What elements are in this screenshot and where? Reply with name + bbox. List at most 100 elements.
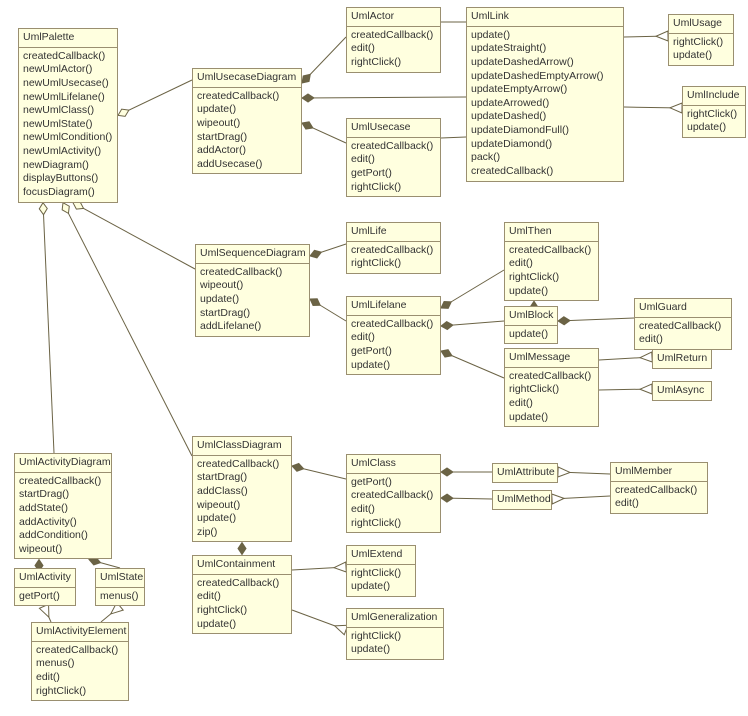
method: updateDiamondFull() <box>471 124 619 138</box>
method: update() <box>509 285 594 299</box>
method: update() <box>509 328 553 342</box>
method: newUmlCondition() <box>23 131 113 145</box>
class-UmlClass[interactable]: UmlClassgetPort()createdCallback()edit()… <box>346 454 441 533</box>
class-UmlMember[interactable]: UmlMembercreatedCallback()edit() <box>610 462 708 514</box>
method: getPort() <box>19 590 71 604</box>
class-methods: menus() <box>96 588 144 606</box>
method: addActivity() <box>19 516 107 530</box>
class-title: UmlContainment <box>193 556 291 575</box>
method: createdCallback() <box>615 484 703 498</box>
class-UmlThen[interactable]: UmlThencreatedCallback()edit()rightClick… <box>504 222 599 301</box>
class-title: UmlLifelane <box>347 297 440 316</box>
class-methods: createdCallback()edit()rightClick()updat… <box>505 242 598 301</box>
class-UmlLife[interactable]: UmlLifecreatedCallback()rightClick() <box>346 222 441 274</box>
class-methods: rightClick()update() <box>669 34 733 65</box>
class-title: UmlClassDiagram <box>193 437 291 456</box>
edge-UmlActivityDiagram-UmlState <box>89 559 120 568</box>
edge-UmlReturn-UmlMessage <box>599 357 652 360</box>
method: createdCallback() <box>197 577 287 591</box>
class-UmlActivityElement[interactable]: UmlActivityElementcreatedCallback()menus… <box>31 622 129 701</box>
method: updateDashed() <box>471 110 619 124</box>
class-title: UmlAsync <box>653 382 711 400</box>
class-UmlMethod[interactable]: UmlMethod <box>492 490 552 510</box>
class-UmlUsecase[interactable]: UmlUsecasecreatedCallback()edit()getPort… <box>346 118 441 197</box>
class-UmlBlock[interactable]: UmlBlock update() <box>504 306 558 344</box>
class-UmlClassDiagram[interactable]: UmlClassDiagramcreatedCallback()startDra… <box>192 436 292 542</box>
method: newUmlActivity() <box>23 145 113 159</box>
method: startDrag() <box>19 488 107 502</box>
method: createdCallback() <box>200 266 305 280</box>
method: getPort() <box>351 167 436 181</box>
class-UmlContainment[interactable]: UmlContainmentcreatedCallback()edit()rig… <box>192 555 292 634</box>
method: edit() <box>509 257 594 271</box>
class-UmlGuard[interactable]: UmlGuardcreatedCallback()edit() <box>634 298 732 350</box>
method: updateDashedEmptyArrow() <box>471 70 619 84</box>
method: rightClick() <box>36 685 124 699</box>
edge-UmlClassDiagram-UmlClass <box>292 466 346 479</box>
method: createdCallback() <box>351 140 436 154</box>
class-title: UmlLife <box>347 223 440 242</box>
edge-UmlActivity-UmlActivityElement <box>44 606 51 622</box>
class-UmlLifelane[interactable]: UmlLifelanecreatedCallback()edit()getPor… <box>346 296 441 375</box>
method: createdCallback() <box>197 90 297 104</box>
class-UmlUsecaseDiagram[interactable]: UmlUsecaseDiagramcreatedCallback()update… <box>192 68 302 174</box>
method: focusDiagram() <box>23 186 113 200</box>
method: displayButtons() <box>23 172 113 186</box>
method: wipeout() <box>200 279 305 293</box>
class-methods: rightClick()update() <box>347 565 415 596</box>
method: startDrag() <box>200 307 305 321</box>
class-UmlPalette[interactable]: UmlPalettecreatedCallback()newUmlActor()… <box>18 28 118 203</box>
class-UmlExtend[interactable]: UmlExtendrightClick()update() <box>346 545 416 597</box>
class-title: UmlActor <box>347 8 440 27</box>
method: updateDiamond() <box>471 138 619 152</box>
method: createdCallback() <box>19 475 107 489</box>
class-methods: createdCallback()rightClick() <box>347 242 440 273</box>
edge-UmlClass-UmlMethod <box>441 498 492 499</box>
class-UmlAttribute[interactable]: UmlAttribute <box>492 463 558 483</box>
edge-UmlGeneralization-UmlContainment <box>292 610 346 630</box>
class-UmlState[interactable]: UmlStatemenus() <box>95 568 145 606</box>
method: updateStraight() <box>471 42 619 56</box>
class-title: UmlMethod <box>493 491 551 509</box>
class-UmlActor[interactable]: UmlActorcreatedCallback()edit()rightClic… <box>346 7 441 73</box>
method: createdCallback() <box>351 244 436 258</box>
method: updateDashedArrow() <box>471 56 619 70</box>
class-title: UmlBlock <box>505 307 557 326</box>
method: createdCallback() <box>351 29 436 43</box>
method: menus() <box>100 590 140 604</box>
class-UmlMessage[interactable]: UmlMessagecreatedCallback()rightClick()e… <box>504 348 599 427</box>
method: updateEmptyArrow() <box>471 83 619 97</box>
method: newUmlState() <box>23 118 113 132</box>
method: createdCallback() <box>36 644 124 658</box>
class-UmlReturn[interactable]: UmlReturn <box>652 349 712 369</box>
class-UmlInclude[interactable]: UmlIncluderightClick()update() <box>682 86 746 138</box>
method: createdCallback() <box>351 489 436 503</box>
class-UmlActivityDiagram[interactable]: UmlActivityDiagramcreatedCallback()start… <box>14 453 112 559</box>
method: getPort() <box>351 476 436 490</box>
class-UmlGeneralization[interactable]: UmlGeneralizationrightClick()update() <box>346 608 444 660</box>
class-UmlAsync[interactable]: UmlAsync <box>652 381 712 401</box>
class-methods: update() <box>505 326 557 344</box>
method: addClass() <box>197 485 287 499</box>
edge-UmlInclude-UmlLink <box>624 107 682 108</box>
edge-UmlPalette-UmlUsecaseDiagram <box>118 80 192 115</box>
edge-UmlPalette-UmlClassDiagram <box>63 203 192 456</box>
edge-UmlBlock-UmlGuard <box>558 318 634 321</box>
class-methods: createdCallback()edit() <box>635 318 731 349</box>
method: edit() <box>615 497 703 511</box>
class-methods: createdCallback()rightClick()edit()updat… <box>505 368 598 427</box>
method: createdCallback() <box>351 318 436 332</box>
class-methods: getPort() <box>15 588 75 606</box>
class-title: UmlThen <box>505 223 598 242</box>
method: newUmlClass() <box>23 104 113 118</box>
class-title: UmlExtend <box>347 546 415 565</box>
class-UmlUsage[interactable]: UmlUsagerightClick()update() <box>668 14 734 66</box>
method: addCondition() <box>19 529 107 543</box>
method: update() <box>509 411 594 425</box>
edge-UmlUsecaseDiagram-UmlLink <box>302 97 466 98</box>
method: rightClick() <box>509 271 594 285</box>
method: rightClick() <box>351 517 436 531</box>
class-UmlLink[interactable]: UmlLinkupdate()updateStraight()updateDas… <box>466 7 624 182</box>
class-UmlSequenceDiagram[interactable]: UmlSequenceDiagramcreatedCallback()wipeo… <box>195 244 310 337</box>
class-UmlActivity[interactable]: UmlActivitygetPort() <box>14 568 76 606</box>
